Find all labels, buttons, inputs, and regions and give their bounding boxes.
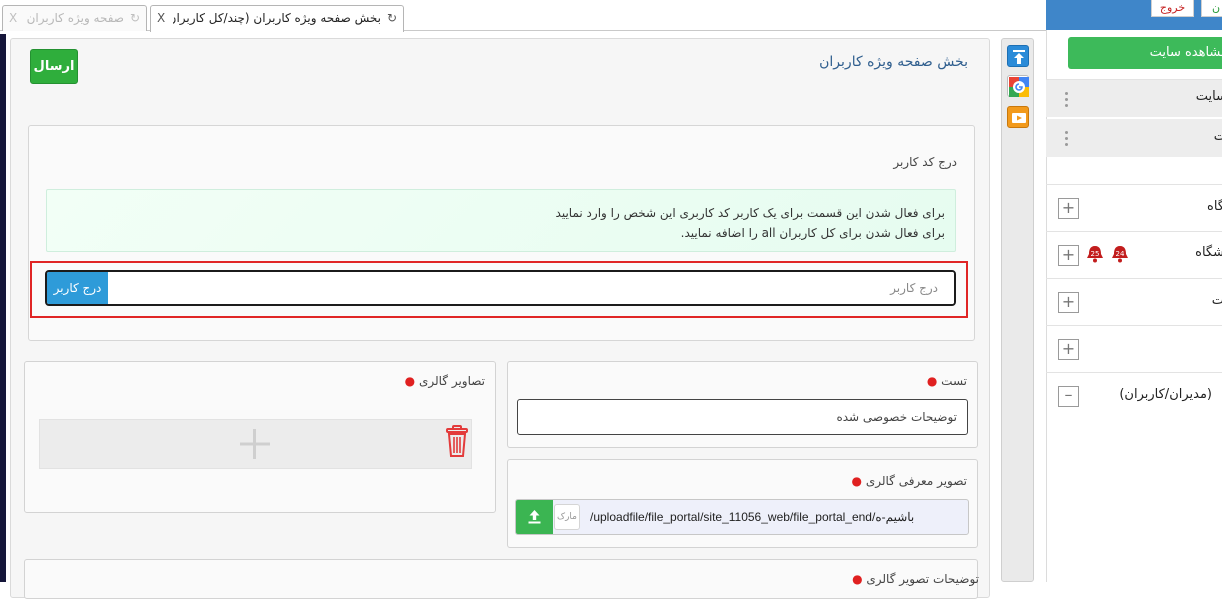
collapse-icon[interactable]: –: [1058, 386, 1079, 407]
gallery-cover-label-text: تصویر معرفی گالری: [865, 474, 967, 488]
refresh-icon[interactable]: ↻: [387, 6, 397, 30]
sidebar-item-label: (مدیران/کاربران): [1119, 387, 1212, 402]
upload-icon: [528, 510, 541, 524]
required-dot-icon: ●: [851, 474, 863, 488]
sidebar-item-label: گاه: [1207, 199, 1222, 214]
gallery-description-panel: [24, 559, 978, 599]
add-user-button[interactable]: درج کاربر: [47, 272, 108, 304]
refresh-icon[interactable]: ↻: [130, 6, 140, 30]
cover-image-path[interactable]: /uploadfile/file_portal/site_11056_web/f…: [582, 500, 968, 534]
user-code-label: درج کد کاربر: [893, 155, 957, 169]
upload-icon[interactable]: [1007, 45, 1029, 67]
plus-icon[interactable]: [238, 428, 272, 460]
gallery-cover-label: تصویر معرفی گالری ●: [852, 474, 967, 488]
info-box: برای فعال شدن این قسمت برای یک کاربر کد …: [46, 189, 956, 252]
drag-handle-icon[interactable]: [1063, 131, 1071, 147]
bell-icon[interactable]: 24: [1110, 245, 1130, 263]
upload-button[interactable]: [516, 500, 553, 534]
sidebar-top-button[interactable]: ن: [1201, 0, 1222, 17]
drag-handle-icon[interactable]: [1063, 92, 1071, 108]
required-dot-icon: ●: [404, 374, 416, 388]
logout-button[interactable]: خروج: [1151, 0, 1194, 17]
expand-icon[interactable]: +: [1058, 198, 1079, 219]
left-edge-strip: [0, 34, 6, 582]
mark-badge[interactable]: مارک: [554, 504, 580, 530]
tab-label: صفحه ویژه کاربران: [26, 11, 124, 25]
info-line-1: برای فعال شدن این قسمت برای یک کاربر کد …: [555, 206, 945, 220]
close-icon[interactable]: X: [157, 6, 165, 30]
gallery-description-label: توضیحات تصویر گالری ●: [852, 572, 979, 586]
user-code-input[interactable]: [108, 272, 954, 304]
page-title: بخش صفحه ویژه کاربران: [819, 54, 968, 70]
expand-icon[interactable]: +: [1058, 245, 1079, 266]
presentation-icon: [1012, 113, 1026, 123]
sidebar-item-label: سایت: [1195, 89, 1222, 104]
expand-icon[interactable]: +: [1058, 292, 1079, 313]
gallery-cover-input-group: مارک /uploadfile/file_portal/site_11056_…: [515, 499, 969, 535]
sidebar-item-label: ت: [1211, 293, 1222, 308]
tab-label: بخش صفحه ویژه کاربران (چند/کل کاربران): [173, 11, 381, 25]
view-site-button[interactable]: مشاهده سایت: [1068, 37, 1222, 69]
close-icon[interactable]: X: [9, 6, 17, 30]
trash-icon[interactable]: [443, 425, 471, 458]
test-input[interactable]: [517, 399, 968, 435]
gallery-images-label-text: تصاویر گالری: [418, 374, 485, 388]
sidebar-item-2[interactable]: ت: [1046, 119, 1222, 157]
info-line-2: برای فعال شدن برای کل کاربران all را اضا…: [680, 226, 945, 240]
sidebar-header: [1046, 0, 1222, 30]
arrow-up-icon: [1013, 50, 1025, 64]
required-dot-icon: ●: [926, 374, 938, 388]
required-dot-icon: ●: [852, 572, 863, 586]
user-input-group: درج کاربر: [45, 270, 956, 306]
sidebar-item-label: شگاه: [1195, 245, 1222, 260]
slides-icon[interactable]: [1007, 106, 1029, 128]
sidebar-item-label: ت: [1213, 129, 1222, 144]
gallery-images-label: تصاویر گالری ●: [405, 374, 485, 388]
sidebar-item-site[interactable]: سایت: [1046, 80, 1222, 117]
bell-icon[interactable]: 25: [1085, 245, 1105, 263]
test-label: تست ●: [927, 374, 967, 388]
gallery-description-label-text: توضیحات تصویر گالری: [866, 572, 979, 586]
send-button[interactable]: ارسال: [30, 49, 78, 84]
test-label-text: تست: [941, 374, 967, 388]
tab-user-pages-section[interactable]: X بخش صفحه ویژه کاربران (چند/کل کاربران)…: [150, 5, 404, 32]
expand-icon[interactable]: +: [1058, 339, 1079, 360]
tab-user-pages[interactable]: X صفحه ویژه کاربران ↻: [2, 5, 147, 31]
bell-badge: 24: [1116, 250, 1125, 258]
google-icon[interactable]: [1007, 75, 1029, 97]
google-logo-icon: [1009, 77, 1029, 97]
bell-badge: 25: [1091, 250, 1100, 258]
